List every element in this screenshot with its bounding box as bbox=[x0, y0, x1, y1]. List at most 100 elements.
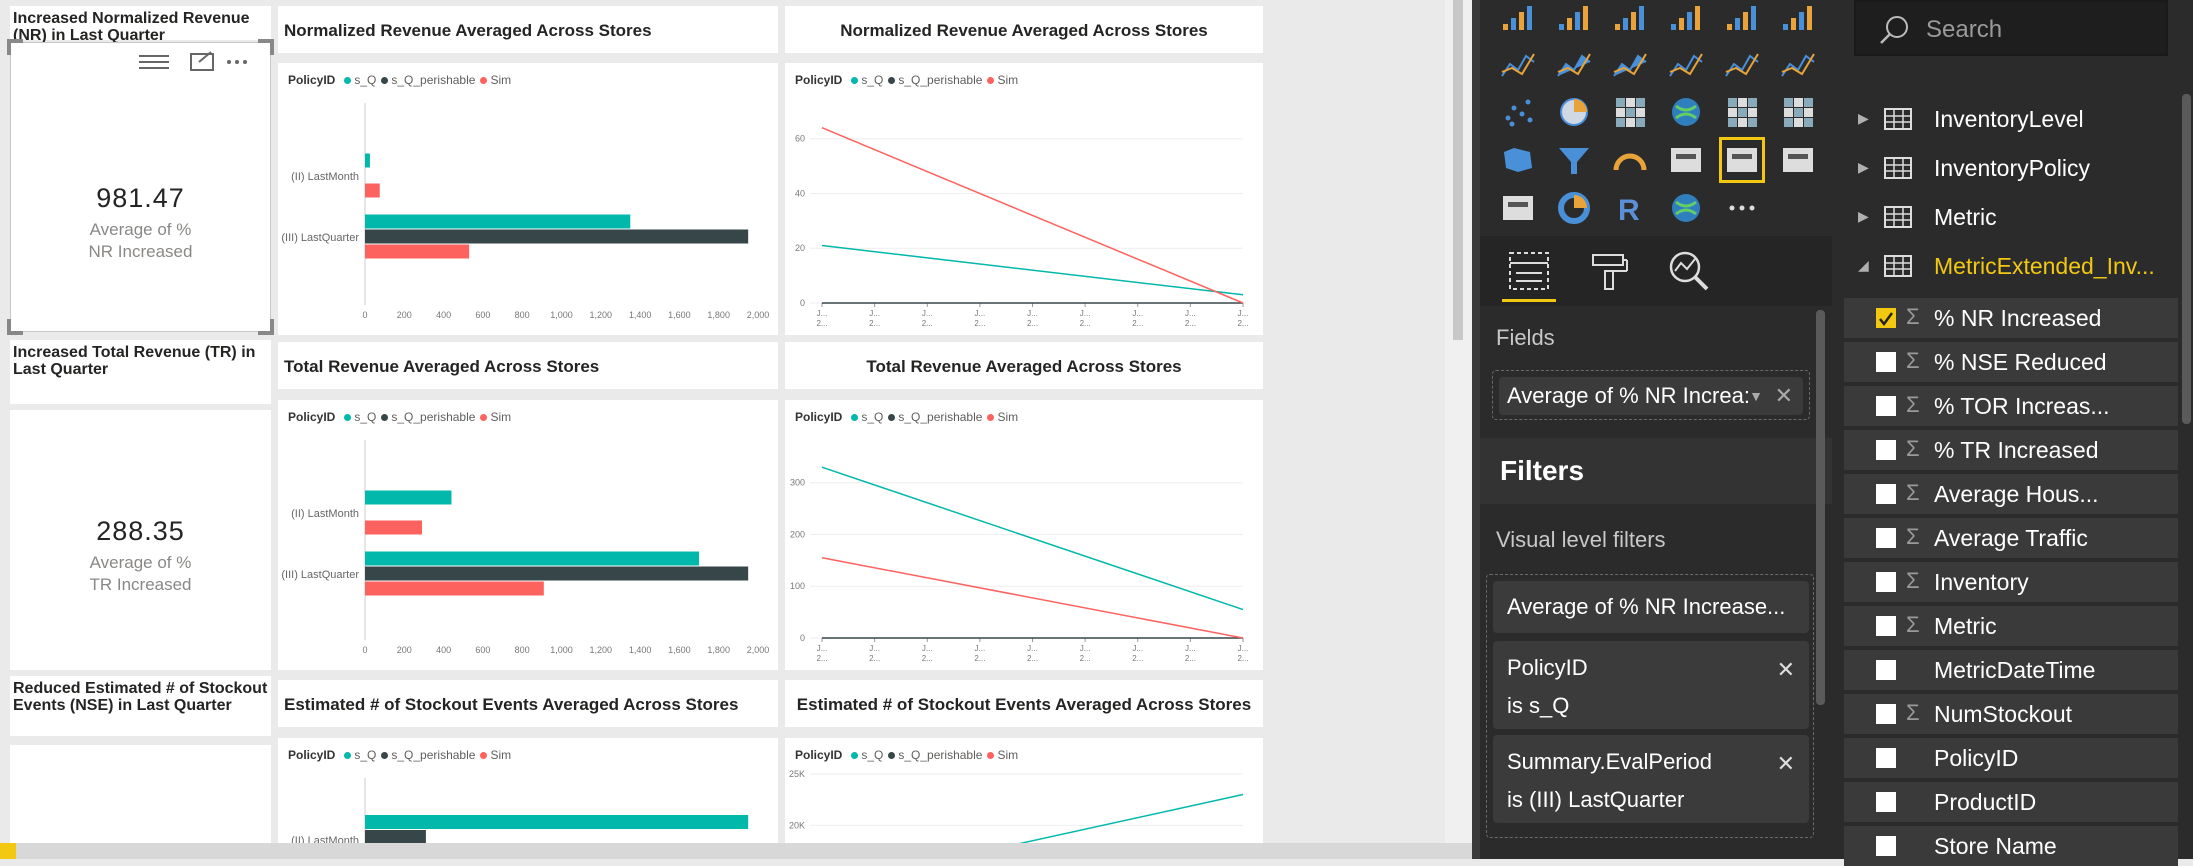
bar-s_Q[interactable] bbox=[365, 490, 452, 505]
gauge-icon[interactable] bbox=[1610, 140, 1650, 180]
checkbox[interactable] bbox=[1876, 440, 1896, 460]
slicer-icon[interactable] bbox=[1498, 188, 1538, 228]
bar-s_Q[interactable] bbox=[365, 214, 631, 229]
resize-handle[interactable] bbox=[258, 39, 274, 55]
field-item[interactable]: Σ Metric bbox=[1844, 606, 2178, 646]
analytics-tab[interactable] bbox=[1664, 246, 1714, 296]
canvas-vertical-scrollbar[interactable] bbox=[1445, 0, 1472, 843]
scroll-thumb[interactable] bbox=[1453, 0, 1463, 340]
bar-s_Q_perishable[interactable] bbox=[365, 566, 749, 581]
chevron-right-icon[interactable]: ▶ bbox=[1858, 110, 1869, 127]
line-column-icon[interactable] bbox=[1666, 44, 1706, 84]
line-s_Q[interactable] bbox=[822, 793, 1244, 848]
ribbon-icon[interactable] bbox=[1778, 44, 1818, 84]
values-well[interactable]: Average of % NR Increa: ▼ ✕ bbox=[1492, 370, 1810, 420]
kpi-card[interactable] bbox=[10, 745, 271, 845]
field-item[interactable]: Σ % NSE Reduced bbox=[1844, 342, 2178, 382]
checkbox[interactable] bbox=[1876, 836, 1896, 856]
bar-s_Q[interactable] bbox=[365, 551, 700, 566]
field-item[interactable]: Σ Average Hous... bbox=[1844, 474, 2178, 514]
pane-divider[interactable] bbox=[1472, 0, 1480, 859]
close-icon[interactable]: ✕ bbox=[1777, 651, 1795, 689]
close-icon[interactable]: ✕ bbox=[1777, 745, 1795, 783]
field-item[interactable]: Σ NumStockout bbox=[1844, 694, 2178, 734]
globe-icon[interactable] bbox=[1666, 188, 1706, 228]
checkbox[interactable] bbox=[1876, 704, 1896, 724]
field-item[interactable]: ProductID bbox=[1844, 782, 2178, 822]
bar-s_Q[interactable] bbox=[365, 815, 749, 829]
pie-icon[interactable] bbox=[1554, 92, 1594, 132]
multirow-card-icon[interactable] bbox=[1666, 140, 1706, 180]
chart-visual[interactable]: PolicyID s_Q s_Q_perishable Sim 0 20 40 60 J... 2… bbox=[785, 63, 1263, 335]
treemap-icon[interactable] bbox=[1610, 92, 1650, 132]
bar-Sim[interactable] bbox=[365, 244, 470, 259]
chart-visual[interactable]: PolicyID s_Q s_Q_perishable Sim 0 200 400 600 80… bbox=[278, 63, 778, 335]
more-icon[interactable] bbox=[1722, 188, 1762, 228]
kpi-card[interactable]: 288.35 Average of % TR Increased bbox=[10, 410, 271, 670]
table-node[interactable]: ▶ Metric bbox=[1832, 196, 2193, 240]
field-item[interactable]: Σ % NR Increased bbox=[1844, 298, 2178, 338]
checkbox[interactable] bbox=[1876, 396, 1896, 416]
table-icon[interactable] bbox=[1722, 92, 1762, 132]
donut-icon[interactable] bbox=[1554, 188, 1594, 228]
chart-visual[interactable]: PolicyID s_Q s_Q_perishable Sim 0 100 200 300 J.… bbox=[785, 400, 1263, 670]
line-chart-icon[interactable] bbox=[1498, 44, 1538, 84]
r-visual-icon[interactable]: R bbox=[1610, 188, 1650, 228]
stacked-bar-icon[interactable] bbox=[1498, 0, 1538, 36]
clustered-bar-icon[interactable] bbox=[1610, 0, 1650, 36]
field-item[interactable]: Σ Average Traffic bbox=[1844, 518, 2178, 558]
chevron-down-icon[interactable]: ▼ bbox=[1749, 377, 1763, 415]
pane-scrollbar[interactable] bbox=[1816, 310, 1825, 705]
fields-tab[interactable] bbox=[1502, 246, 1556, 302]
stacked-area-icon[interactable] bbox=[1610, 44, 1650, 84]
area-chart-icon[interactable] bbox=[1554, 44, 1594, 84]
100-column-icon[interactable] bbox=[1778, 0, 1818, 36]
checkbox[interactable] bbox=[1876, 528, 1896, 548]
line-clustered-icon[interactable] bbox=[1722, 44, 1762, 84]
format-tab[interactable] bbox=[1584, 246, 1634, 296]
table-node[interactable]: ◢ MetricExtended_Inv... bbox=[1832, 245, 2193, 289]
field-item[interactable]: MetricDateTime bbox=[1844, 650, 2178, 690]
chevron-right-icon[interactable]: ▶ bbox=[1858, 208, 1869, 225]
resize-handle[interactable] bbox=[258, 319, 274, 335]
line-Sim[interactable] bbox=[821, 127, 1244, 304]
line-s_Q[interactable] bbox=[821, 466, 1244, 611]
chart-visual[interactable]: PolicyID s_Q s_Q_perishable Sim (II) LastMon… bbox=[278, 738, 778, 848]
canvas-horizontal-scrollbar[interactable] bbox=[0, 843, 1472, 859]
checkbox[interactable] bbox=[1876, 572, 1896, 592]
table-node[interactable]: ▶ InventoryPolicy bbox=[1832, 147, 2193, 191]
filter-card[interactable]: Average of % NR Increase... bbox=[1493, 581, 1809, 633]
focus-mode-icon[interactable] bbox=[139, 49, 249, 78]
field-item[interactable]: Σ % TOR Increas... bbox=[1844, 386, 2178, 426]
chart-visual[interactable]: PolicyID s_Q s_Q_perishable Sim 20K 25K bbox=[785, 738, 1263, 848]
checkbox[interactable] bbox=[1876, 792, 1896, 812]
chevron-expanded-icon[interactable]: ◢ bbox=[1858, 257, 1869, 274]
bar-Sim[interactable] bbox=[365, 581, 544, 596]
checkbox[interactable] bbox=[1876, 748, 1896, 768]
clustered-column-icon[interactable] bbox=[1666, 0, 1706, 36]
chart-visual[interactable]: PolicyID s_Q s_Q_perishable Sim 0 200 400 600 80… bbox=[278, 400, 778, 670]
line-Sim[interactable] bbox=[821, 557, 1244, 639]
matrix-icon[interactable] bbox=[1778, 92, 1818, 132]
field-item[interactable]: PolicyID bbox=[1844, 738, 2178, 778]
close-icon[interactable]: ✕ bbox=[1775, 377, 1793, 415]
bar-Sim[interactable] bbox=[365, 520, 422, 535]
fields-scrollbar[interactable] bbox=[2182, 94, 2191, 424]
checkbox[interactable] bbox=[1876, 616, 1896, 636]
resize-handle[interactable] bbox=[7, 39, 23, 55]
field-item[interactable]: Σ % TR Increased bbox=[1844, 430, 2178, 470]
chevron-right-icon[interactable]: ▶ bbox=[1858, 159, 1869, 176]
filter-card[interactable]: PolicyID is s_Q ✕ bbox=[1493, 641, 1809, 729]
scroll-thumb[interactable] bbox=[0, 843, 16, 859]
bar-s_Q[interactable] bbox=[365, 153, 370, 168]
kpi-icon[interactable] bbox=[1778, 140, 1818, 180]
checkbox-checked[interactable] bbox=[1876, 308, 1896, 328]
checkbox[interactable] bbox=[1876, 660, 1896, 680]
stacked-column-icon[interactable] bbox=[1554, 0, 1594, 36]
scatter-icon[interactable] bbox=[1498, 92, 1538, 132]
checkbox[interactable] bbox=[1876, 352, 1896, 372]
table-node[interactable]: ▶ InventoryLevel bbox=[1832, 98, 2193, 142]
bar-s_Q_perishable[interactable] bbox=[365, 830, 426, 844]
bar-Sim[interactable] bbox=[365, 183, 380, 198]
resize-handle[interactable] bbox=[7, 319, 23, 335]
